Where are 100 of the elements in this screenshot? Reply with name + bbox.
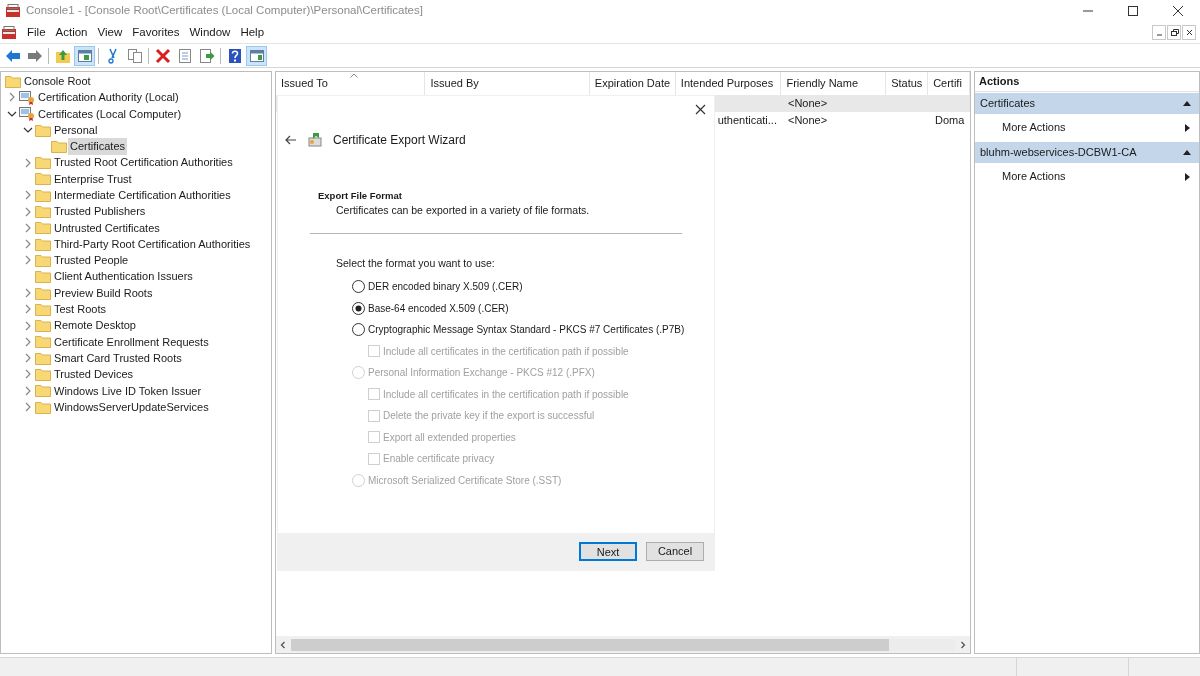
tree-item[interactable]: Certificate Enrollment Requests: [52, 333, 211, 351]
option-label: Delete the private key if the export is successful: [383, 409, 595, 423]
menu-item[interactable]: Action: [50, 23, 93, 42]
tree-item[interactable]: Certification Authority (Local): [36, 89, 181, 106]
actions-header: Actions: [975, 72, 1199, 92]
delete-icon: [154, 47, 171, 64]
option-label: DER encoded binary X.509 (.CER): [368, 280, 523, 294]
option-label: Microsoft Serialized Certificate Store (.SST): [368, 473, 562, 488]
tree-item[interactable]: Certificates (Local Computer): [36, 105, 184, 122]
tree-item[interactable]: Trusted Publishers: [52, 203, 148, 220]
window-title: Console1 - [Console Root\Certificates (Local Computer)\Personal\Certificates]: [26, 3, 423, 19]
section-title: Certificates: [980, 96, 1036, 112]
table-cell-text: <None>: [788, 96, 828, 112]
copy-icon: [126, 47, 143, 64]
folder-icon: [35, 286, 51, 300]
submenu-arrow-icon: [1185, 172, 1190, 181]
close-icon: [1172, 6, 1183, 16]
folder-icon: [35, 188, 51, 202]
help-icon: [226, 47, 243, 64]
tree-item[interactable]: Certificates: [68, 138, 128, 155]
action-label: More Actions: [1002, 169, 1066, 185]
certificate-computer-icon: [19, 89, 35, 105]
tree-item[interactable]: Third-Party Root Certification Authorities: [52, 235, 253, 253]
mdi-close-button[interactable]: [1182, 25, 1196, 40]
option-label: Personal Information Exchange - PKCS #12 (.PFX): [368, 366, 595, 380]
tree-item[interactable]: Personal: [52, 121, 100, 139]
folder-icon: [35, 319, 51, 333]
tree-item[interactable]: Preview Build Roots: [52, 284, 155, 302]
section-title: bluhm-webservices-DCBW1-CA: [980, 145, 1137, 161]
tree-item[interactable]: Client Authentication Issuers: [52, 268, 195, 285]
option-label: Enable certificate privacy: [383, 452, 495, 466]
scroll-left-icon[interactable]: [279, 640, 287, 649]
app-icon: [5, 4, 21, 18]
back-arrow-icon[interactable]: [285, 135, 297, 145]
collapse-triangle-icon[interactable]: [1183, 150, 1191, 155]
format-prompt: Select the format you want to use:: [336, 256, 496, 271]
folder-icon: [35, 123, 51, 137]
action-label: More Actions: [1002, 120, 1066, 136]
table-cell-text: uthenticati...: [717, 113, 777, 129]
close-icon: [1184, 28, 1194, 37]
action-item[interactable]: More Actions: [975, 114, 1199, 141]
document-icon: [176, 47, 193, 64]
radio-button[interactable]: [352, 280, 365, 293]
restore-icon: [1169, 28, 1179, 37]
menu-item[interactable]: File: [22, 23, 51, 42]
tree-item[interactable]: Smart Card Trusted Roots: [52, 349, 184, 367]
sort-caret-icon: [350, 73, 359, 78]
table-cell-text: Doma: [935, 113, 965, 129]
section-description: Certificates can be exported in a variety of file formats.: [335, 203, 591, 219]
tree-item[interactable]: WindowsServerUpdateServices: [52, 398, 211, 416]
action-item[interactable]: More Actions: [975, 163, 1199, 190]
tree-item[interactable]: Trusted People: [52, 252, 131, 269]
option-label: Base-64 encoded X.509 (.CER): [368, 301, 509, 316]
table-cell-text: <None>: [788, 113, 828, 129]
menu-item[interactable]: View: [92, 23, 128, 42]
folder-icon: [5, 74, 21, 88]
arrow-right-icon: [26, 47, 43, 64]
folder-icon: [35, 156, 51, 170]
option-label: Cryptographic Message Syntax Standard - PKCS #7 Certificates (.P7B): [368, 323, 685, 337]
action-pane-button[interactable]: [246, 45, 267, 66]
submenu-arrow-icon: [1185, 123, 1190, 132]
wizard-title: Certificate Export Wizard: [333, 132, 466, 149]
tree-item[interactable]: Trusted Devices: [52, 366, 136, 383]
radio-button[interactable]: [352, 301, 365, 315]
dialog-button[interactable]: Next: [579, 542, 637, 561]
folder-icon: [35, 335, 51, 349]
menu-item[interactable]: Window: [184, 23, 236, 42]
folder-icon: [35, 221, 51, 235]
folder-icon: [35, 351, 51, 365]
certificate-computer-icon: [19, 106, 35, 122]
console-icon: [1, 25, 17, 40]
mdi-restore-button[interactable]: [1167, 25, 1181, 40]
collapse-triangle-icon[interactable]: [1183, 101, 1191, 106]
radio-button[interactable]: [352, 323, 365, 336]
folder-icon: [35, 253, 51, 267]
pane-icon: [76, 47, 93, 64]
tree-item[interactable]: Intermediate Certification Authorities: [52, 187, 233, 204]
console-tree-button[interactable]: [74, 45, 95, 66]
tree-item[interactable]: Test Roots: [52, 301, 108, 318]
option-label: Include all certificates in the certification path if possible: [383, 387, 629, 402]
action-section-header[interactable]: bluhm-webservices-DCBW1-CA: [975, 142, 1199, 163]
tree-item[interactable]: Remote Desktop: [52, 317, 138, 334]
dialog-button[interactable]: Cancel: [646, 542, 704, 561]
pane-icon: [248, 47, 265, 64]
close-icon[interactable]: [695, 104, 706, 115]
menu-item[interactable]: Favorites: [127, 23, 185, 42]
maximize-icon: [1127, 6, 1138, 16]
tree-item[interactable]: Trusted Root Certification Authorities: [52, 154, 235, 171]
scroll-right-icon[interactable]: [959, 640, 967, 649]
action-section-header[interactable]: Certificates: [975, 93, 1199, 114]
tree-item[interactable]: Untrusted Certificates: [52, 219, 162, 237]
export-icon: [198, 47, 215, 64]
folder-icon: [35, 205, 51, 218]
menu-item[interactable]: Help: [235, 23, 270, 42]
section-heading: Export File Format: [318, 189, 403, 203]
tree-item[interactable]: Windows Live ID Token Issuer: [52, 382, 204, 400]
tree-item[interactable]: Enterprise Trust: [52, 170, 134, 188]
folder-icon: [35, 172, 51, 186]
folder-icon: [35, 368, 51, 381]
tree-item[interactable]: Console Root: [22, 72, 93, 90]
